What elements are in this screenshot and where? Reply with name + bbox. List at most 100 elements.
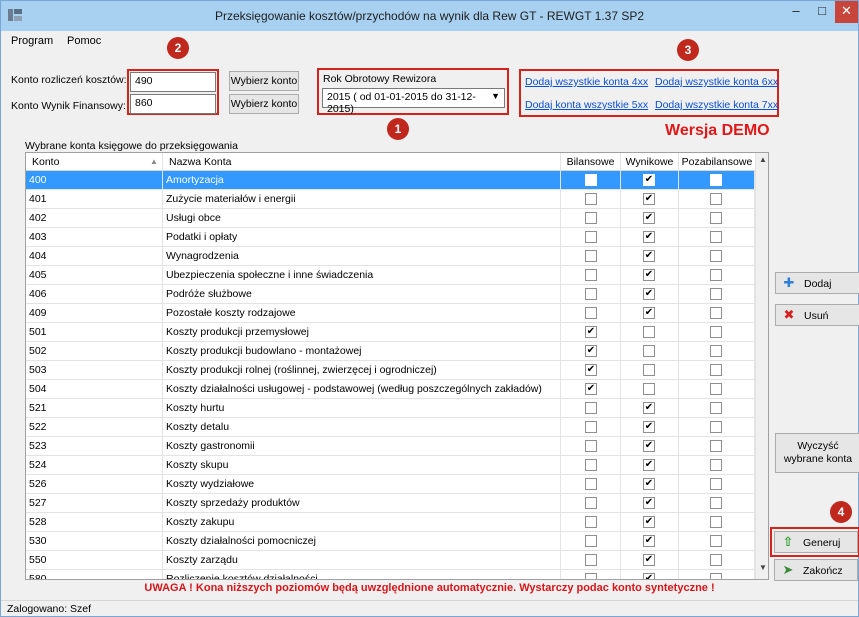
wynikowe-checkbox[interactable]: ✔ (643, 497, 655, 509)
wynikowe-checkbox[interactable]: ✔ (643, 535, 655, 547)
wynikowe-checkbox[interactable]: ✔ (643, 250, 655, 262)
pozabilansowe-checkbox[interactable] (710, 554, 722, 566)
bilansowe-checkbox[interactable] (585, 212, 597, 224)
menu-program[interactable]: Program (11, 35, 53, 47)
clear-selected-button[interactable]: Wyczyść wybrane konta (775, 433, 859, 473)
bilansowe-checkbox[interactable]: ✔ (585, 383, 597, 395)
wynikowe-checkbox[interactable]: ✔ (643, 554, 655, 566)
table-row[interactable]: 550 Koszty zarządu ✔ (26, 551, 755, 570)
wynikowe-checkbox[interactable] (643, 345, 655, 357)
wynikowe-checkbox[interactable]: ✔ (643, 573, 655, 579)
add-all-5xx-link[interactable]: Dodaj konta wszystkie 5xx (525, 99, 648, 111)
table-row[interactable]: 504 Koszty działalności usługowej - podst… (26, 380, 755, 399)
table-row[interactable]: 521 Koszty hurtu ✔ (26, 399, 755, 418)
wynikowe-checkbox[interactable] (643, 326, 655, 338)
bilansowe-checkbox[interactable] (585, 440, 597, 452)
scroll-up-icon[interactable]: ▲ (756, 155, 768, 169)
table-row[interactable]: 404 Wynagrodzenia ✔ (26, 247, 755, 266)
pozabilansowe-checkbox[interactable] (710, 497, 722, 509)
pozabilansowe-checkbox[interactable] (710, 516, 722, 528)
fiscal-year-select[interactable]: 2015 ( od 01-01-2015 do 31-12-2015) ▼ (322, 88, 505, 115)
pozabilansowe-checkbox[interactable] (710, 174, 722, 186)
choose-result-account-button[interactable]: Wybierz konto (229, 94, 299, 114)
settlement-account-input[interactable]: 490 (130, 72, 216, 92)
bilansowe-checkbox[interactable]: ✔ (585, 345, 597, 357)
table-row[interactable]: 501 Koszty produkcji przemysłowej ✔ (26, 323, 755, 342)
bilansowe-checkbox[interactable]: ✔ (585, 364, 597, 376)
table-row[interactable]: 402 Usługi obce ✔ (26, 209, 755, 228)
bilansowe-checkbox[interactable] (585, 231, 597, 243)
close-window-button[interactable]: ✕ (835, 1, 858, 23)
table-row[interactable]: 522 Koszty detalu ✔ (26, 418, 755, 437)
bilansowe-checkbox[interactable] (585, 459, 597, 471)
bilansowe-checkbox[interactable] (585, 535, 597, 547)
pozabilansowe-checkbox[interactable] (710, 478, 722, 490)
pozabilansowe-checkbox[interactable] (710, 421, 722, 433)
bilansowe-checkbox[interactable] (585, 307, 597, 319)
pozabilansowe-checkbox[interactable] (710, 269, 722, 281)
table-row[interactable]: 524 Koszty skupu ✔ (26, 456, 755, 475)
wynikowe-checkbox[interactable]: ✔ (643, 516, 655, 528)
pozabilansowe-checkbox[interactable] (710, 573, 722, 579)
wynikowe-checkbox[interactable] (643, 383, 655, 395)
bilansowe-checkbox[interactable] (585, 402, 597, 414)
pozabilansowe-checkbox[interactable] (710, 307, 722, 319)
pozabilansowe-checkbox[interactable] (710, 402, 722, 414)
table-row[interactable]: 528 Koszty zakupu ✔ (26, 513, 755, 532)
table-row[interactable]: 503 Koszty produkcji rolnej (roślinnej, z… (26, 361, 755, 380)
table-row[interactable]: 527 Koszty sprzedaży produktów ✔ (26, 494, 755, 513)
column-header-pozabilansowe[interactable]: Pozabilansowe (679, 153, 755, 171)
wynikowe-checkbox[interactable]: ✔ (643, 231, 655, 243)
pozabilansowe-checkbox[interactable] (710, 459, 722, 471)
result-account-input[interactable]: 860 (130, 94, 216, 114)
wynikowe-checkbox[interactable]: ✔ (643, 421, 655, 433)
table-row[interactable]: 400 Amortyzacja ✔ (26, 171, 755, 190)
wynikowe-checkbox[interactable]: ✔ (643, 288, 655, 300)
table-row[interactable]: 523 Koszty gastronomii ✔ (26, 437, 755, 456)
pozabilansowe-checkbox[interactable] (710, 231, 722, 243)
table-row[interactable]: 405 Ubezpieczenia społeczne i inne świadc… (26, 266, 755, 285)
bilansowe-checkbox[interactable] (585, 554, 597, 566)
wynikowe-checkbox[interactable]: ✔ (643, 459, 655, 471)
wynikowe-checkbox[interactable]: ✔ (643, 269, 655, 281)
table-row[interactable]: 403 Podatki i opłaty ✔ (26, 228, 755, 247)
column-header-bilansowe[interactable]: Bilansowe (561, 153, 621, 171)
pozabilansowe-checkbox[interactable] (710, 440, 722, 452)
wynikowe-checkbox[interactable]: ✔ (643, 478, 655, 490)
bilansowe-checkbox[interactable] (585, 269, 597, 281)
add-button[interactable]: ✚ Dodaj (775, 272, 859, 294)
menu-pomoc[interactable]: Pomoc (67, 35, 101, 47)
table-row[interactable]: 502 Koszty produkcji budowlano - montażow… (26, 342, 755, 361)
pozabilansowe-checkbox[interactable] (710, 535, 722, 547)
pozabilansowe-checkbox[interactable] (710, 193, 722, 205)
grid-scrollbar[interactable]: ▲ ▼ (755, 153, 768, 579)
table-row[interactable]: 401 Zużycie materiałów i energii ✔ (26, 190, 755, 209)
add-all-4xx-link[interactable]: Dodaj wszystkie konta 4xx (525, 76, 648, 88)
pozabilansowe-checkbox[interactable] (710, 288, 722, 300)
table-row[interactable]: 406 Podróże służbowe ✔ (26, 285, 755, 304)
bilansowe-checkbox[interactable] (585, 497, 597, 509)
remove-button[interactable]: ✖ Usuń (775, 304, 859, 326)
wynikowe-checkbox[interactable]: ✔ (643, 440, 655, 452)
wynikowe-checkbox[interactable]: ✔ (643, 174, 655, 186)
column-header-nazwa[interactable]: Nazwa Konta (163, 153, 561, 171)
table-row[interactable]: 409 Pozostałe koszty rodzajowe ✔ (26, 304, 755, 323)
bilansowe-checkbox[interactable] (585, 573, 597, 579)
pozabilansowe-checkbox[interactable] (710, 364, 722, 376)
wynikowe-checkbox[interactable]: ✔ (643, 307, 655, 319)
maximize-button[interactable]: □ (809, 1, 835, 23)
wynikowe-checkbox[interactable]: ✔ (643, 402, 655, 414)
bilansowe-checkbox[interactable]: ✔ (585, 326, 597, 338)
bilansowe-checkbox[interactable] (585, 174, 597, 186)
add-all-7xx-link[interactable]: Dodaj wszystkie konta 7xx (655, 99, 778, 111)
generate-button[interactable]: ⇧ Generuj (774, 531, 858, 553)
bilansowe-checkbox[interactable] (585, 478, 597, 490)
column-header-konto[interactable]: Konto ▲ (26, 153, 163, 171)
wynikowe-checkbox[interactable] (643, 364, 655, 376)
choose-settlement-account-button[interactable]: Wybierz konto (229, 71, 299, 91)
column-header-wynikowe[interactable]: Wynikowe (621, 153, 679, 171)
table-row[interactable]: 580 Rozliczenie kosztów działalności ✔ (26, 570, 755, 579)
add-all-6xx-link[interactable]: Dodaj wszystkie konta 6xx (655, 76, 778, 88)
bilansowe-checkbox[interactable] (585, 193, 597, 205)
bilansowe-checkbox[interactable] (585, 250, 597, 262)
